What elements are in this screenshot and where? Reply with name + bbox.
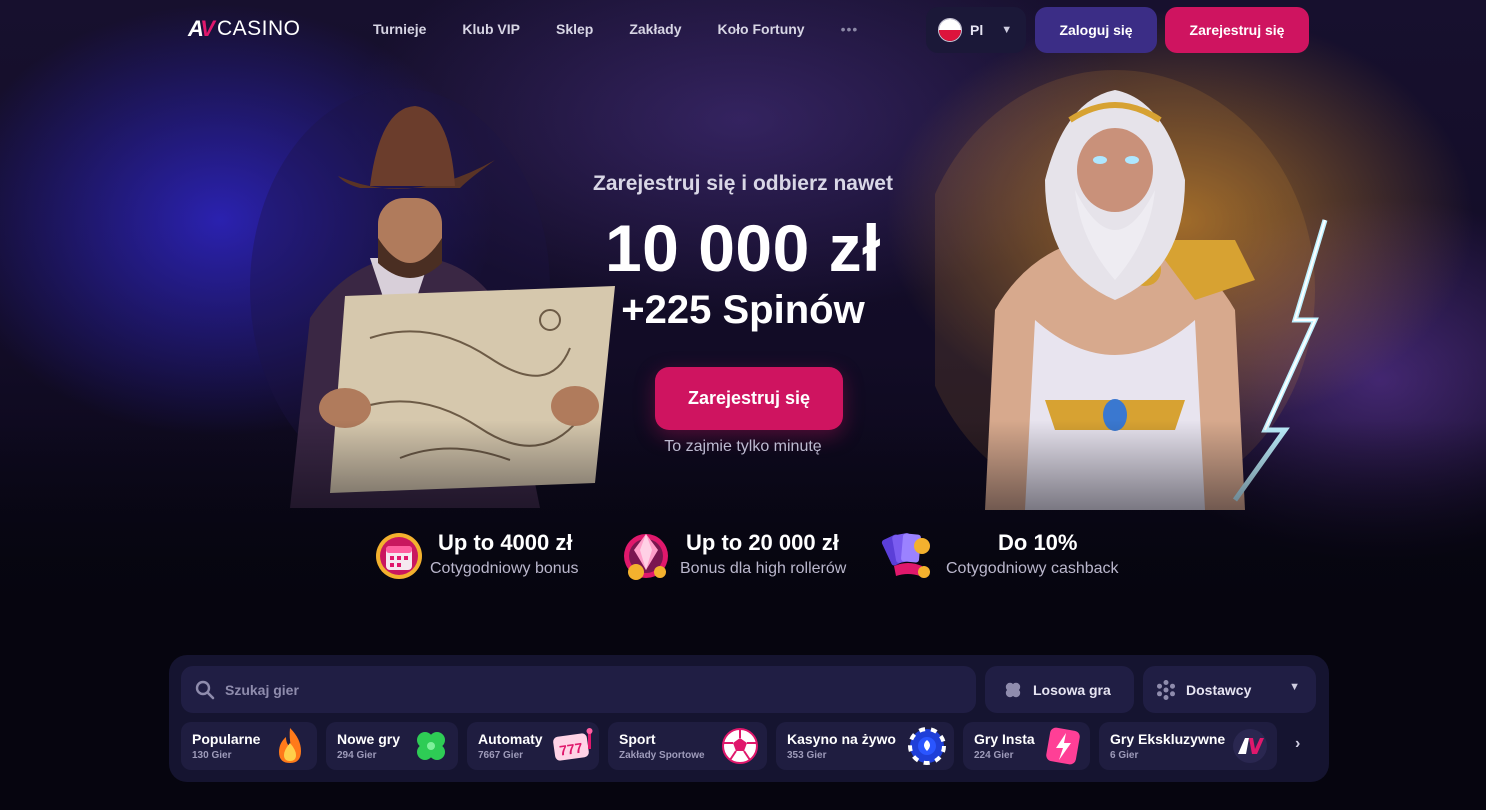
diamond-coin-icon	[624, 534, 668, 580]
logo-text: CASINO	[216, 17, 301, 40]
poker-chip-icon	[908, 727, 946, 765]
chevron-right-icon[interactable]: ›	[1295, 735, 1300, 753]
category-count: 6 Gier	[1110, 750, 1139, 761]
clover-icon	[417, 732, 445, 760]
category-name: Gry Ekskluzywne	[1110, 731, 1226, 747]
av-logo-icon: AV	[188, 16, 215, 41]
category-new-games[interactable]: Nowe gry 294 Gier	[326, 722, 458, 770]
game-search[interactable]	[181, 666, 976, 713]
category-count: Zakłady Sportowe	[619, 750, 705, 761]
category-name: Kasyno na żywo	[787, 731, 896, 747]
search-icon	[195, 680, 215, 699]
category-name: Popularne	[192, 731, 261, 747]
random-game-label: Losowa gra	[1033, 681, 1111, 698]
perk-description: Bonus dla high rollerów	[680, 560, 847, 577]
perk-description: Cotygodniowy cashback	[946, 560, 1119, 577]
language-label: Pl	[970, 22, 984, 38]
perk-high-roller: Up to 20 000 zł Bonus dla high rollerów	[620, 522, 846, 586]
login-button[interactable]: Zaloguj się	[1035, 7, 1157, 53]
cards-cashback-icon	[881, 533, 930, 578]
top-header: AV CASINO Turnieje Klub VIP Sklep Zakład…	[0, 0, 1486, 60]
soccer-ball-icon	[722, 728, 758, 764]
category-name: Nowe gry	[337, 731, 401, 747]
category-live-casino[interactable]: Kasyno na żywo 353 Gier	[776, 722, 954, 770]
category-count: 353 Gier	[787, 750, 827, 761]
search-input[interactable]	[225, 681, 925, 698]
random-game-button[interactable]: Losowa gra	[985, 666, 1134, 713]
perk-cashback: Do 10% Cotygodniowy cashback	[880, 522, 1119, 586]
nav-item-tournaments[interactable]: Turnieje	[373, 21, 426, 37]
providers-icon	[1157, 679, 1175, 700]
category-count: 7667 Gier	[478, 750, 524, 761]
hero-register-button[interactable]: Zarejestruj się	[655, 367, 843, 430]
chevron-down-icon: ▼	[1001, 24, 1013, 36]
clover-icon	[1005, 682, 1021, 697]
nav-item-vip-club[interactable]: Klub VIP	[462, 21, 520, 37]
category-popular[interactable]: Popularne 130 Gier	[181, 722, 317, 770]
perk-title: Do 10%	[998, 530, 1078, 555]
providers-label: Dostawcy	[1186, 681, 1252, 698]
category-count: 130 Gier	[192, 750, 232, 761]
category-insta-games[interactable]: Gry Insta 224 Gier	[963, 722, 1090, 770]
hero-subtitle: Zarejestruj się i odbierz nawet	[593, 172, 893, 195]
perk-title: Up to 4000 zł	[438, 530, 573, 555]
category-count: 294 Gier	[337, 750, 377, 761]
lightning-icon	[1046, 727, 1080, 765]
category-count: 224 Gier	[974, 750, 1014, 761]
nav-item-shop[interactable]: Sklep	[556, 21, 593, 37]
register-button[interactable]: Zarejestruj się	[1165, 7, 1309, 53]
svg-text:777: 777	[558, 739, 584, 758]
casino-logo[interactable]: AV CASINO	[188, 16, 300, 42]
hero-note: To zajmie tylko minutę	[664, 438, 822, 455]
category-slots[interactable]: Automaty 7667 Gier 777	[467, 722, 599, 770]
category-name: Gry Insta	[974, 731, 1035, 747]
main-nav: Turnieje Klub VIP Sklep Zakłady Koło For…	[373, 21, 858, 37]
category-exclusive-games[interactable]: Gry Ekskluzywne 6 Gier	[1099, 722, 1277, 770]
more-menu-icon[interactable]: •••	[841, 21, 859, 37]
games-panel: Losowa gra Dostawcy ▼ Popularne 130 Gier…	[169, 655, 1329, 782]
calendar-gift-icon	[376, 533, 422, 579]
hero-bonus-amount: 10 000 zł	[604, 211, 882, 285]
slot-777-icon: 777	[553, 728, 593, 761]
perk-description: Cotygodniowy bonus	[430, 560, 579, 577]
nav-item-wheel-of-fortune[interactable]: Koło Fortuny	[717, 21, 804, 37]
category-sport[interactable]: Sport Zakłady Sportowe	[608, 722, 767, 770]
providers-dropdown[interactable]: Dostawcy ▼	[1143, 666, 1316, 713]
perk-title: Up to 20 000 zł	[686, 530, 839, 555]
nav-item-bets[interactable]: Zakłady	[629, 21, 681, 37]
category-name: Automaty	[478, 731, 543, 747]
flame-icon	[279, 728, 301, 763]
poland-flag-icon	[938, 18, 962, 42]
hero-spins: +225 Spinów	[621, 288, 865, 332]
category-name: Sport	[619, 731, 656, 747]
av-logo-icon	[1233, 729, 1267, 763]
perk-weekly-bonus: Up to 4000 zł Cotygodniowy bonus	[372, 522, 579, 586]
chevron-down-icon: ▼	[1289, 681, 1300, 693]
language-selector[interactable]: Pl ▼	[926, 7, 1026, 53]
